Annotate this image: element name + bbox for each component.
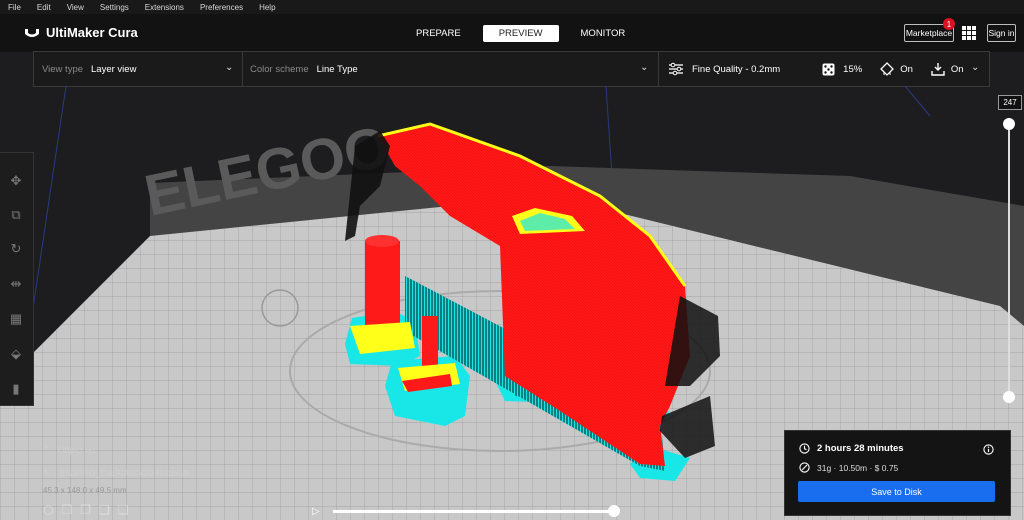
view-type-value: Layer view [91,63,137,75]
move-tool-icon[interactable]: ✥ [8,173,24,189]
menu-file[interactable]: File [8,3,21,12]
mirror-tool-icon[interactable]: ⇹ [8,276,24,292]
chevron-down-icon: ⌄ [225,62,234,73]
view-left-icon[interactable]: ❏ [99,503,110,517]
camera-view-buttons: ⬡ ❒ ❐ ❏ ❑ [43,503,189,517]
object-dimensions: 45.3 x 148.0 x 49.5 mm [43,486,127,495]
apps-grid-icon[interactable] [962,26,976,40]
notification-badge: 1 [943,18,955,30]
view-front-icon[interactable]: ❒ [61,503,72,517]
adhesion-value: On [950,63,964,75]
menu-settings[interactable]: Settings [100,3,129,12]
print-settings-button[interactable]: Fine Quality - 0.2mm 15% On On [668,52,988,86]
profile-value: Fine Quality - 0.2mm [692,63,781,75]
chevron-down-icon: ⌄ [640,62,649,73]
chevron-down-icon[interactable]: ⌄ [971,62,979,73]
support-value: On [900,63,913,75]
tab-prepare[interactable]: PREPARE [400,25,477,42]
view-right-icon[interactable]: ❑ [118,503,129,517]
cylinder-icon[interactable]: ▮ [8,381,24,397]
stage-tabs: PREPARE PREVIEW MONITOR [400,25,647,42]
view-type-label: View type [42,63,84,75]
tool-panel: ✥ ⧉ ↻ ⇹ ▦ ⬙ ▮ [0,152,34,406]
color-scheme-value: Line Type [316,63,358,75]
info-icon[interactable] [983,444,994,455]
divider [658,52,659,86]
clock-icon [799,443,810,454]
save-to-disk-button[interactable]: Save to Disk [798,481,995,502]
menu-view[interactable]: View [67,3,84,12]
ultimaker-logo-icon [25,28,39,37]
pin-tall-top [365,235,399,247]
divider [242,52,243,86]
layer-slider-top-handle[interactable] [1003,118,1015,130]
support-icon [880,62,895,76]
app-name: UltiMaker Cura [46,25,138,40]
build-volume-edge [904,86,931,117]
view-settings-bar: View type Layer view ⌄ Color scheme Line… [33,51,990,87]
object-list-title[interactable]: Object list [58,445,95,455]
pencil-icon[interactable]: ✎ [43,467,50,478]
per-model-settings-icon[interactable]: ▦ [8,311,24,327]
menu-bar: File Edit View Settings Extensions Prefe… [0,0,1024,14]
build-volume-edge [605,86,613,177]
layer-slider-track[interactable] [1008,118,1010,398]
scale-tool-icon[interactable]: ⧉ [8,207,24,223]
print-info-panel: 2 hours 28 minutes 31g · 10.50m · $ 0.75… [784,430,1011,516]
chevron-up-icon[interactable]: ⌃ [43,444,50,455]
infill-icon [822,63,835,75]
app-header: UltiMaker Cura PREPARE PREVIEW MONITOR M… [0,14,1024,52]
menu-help[interactable]: Help [259,3,275,12]
play-simulation-icon[interactable]: ▷ [312,506,320,517]
infill-value: 15% [843,63,863,75]
color-scheme-dropdown[interactable]: Color scheme Line Type [250,52,650,86]
menu-extensions[interactable]: Extensions [145,3,184,12]
view-type-dropdown[interactable]: View type Layer view [42,52,242,86]
rotate-tool-icon[interactable]: ↻ [8,241,24,257]
sign-in-button[interactable]: Sign in [987,24,1016,42]
material-spool-icon [799,462,810,473]
view-top-icon[interactable]: ❐ [80,503,91,517]
simulation-timeline[interactable] [333,510,615,513]
sliders-icon [669,62,683,76]
material-usage: 31g · 10.50m · $ 0.75 [817,462,899,473]
layer-slider-bottom-handle[interactable] [1003,391,1015,403]
pin-short [422,316,438,371]
tab-preview[interactable]: PREVIEW [482,25,559,42]
menu-edit[interactable]: Edit [37,3,51,12]
object-name: EN3PRO_Sab RAW 420 Hatch v9 [60,467,190,478]
support-blocker-icon[interactable]: ⬙ [8,346,24,362]
color-scheme-label: Color scheme [250,63,309,75]
layer-number[interactable]: 247 [998,95,1022,110]
adhesion-icon [931,63,945,76]
simulation-handle[interactable] [608,505,620,517]
tab-monitor[interactable]: MONITOR [565,25,642,42]
view-3d-icon[interactable]: ⬡ [43,503,53,517]
menu-preferences[interactable]: Preferences [200,3,243,12]
print-time: 2 hours 28 minutes [817,443,904,454]
object-list-panel: ⌃ Object list ✎ EN3PRO_Sab RAW 420 Hatch… [43,444,189,517]
app-logo: UltiMaker Cura [24,25,138,40]
